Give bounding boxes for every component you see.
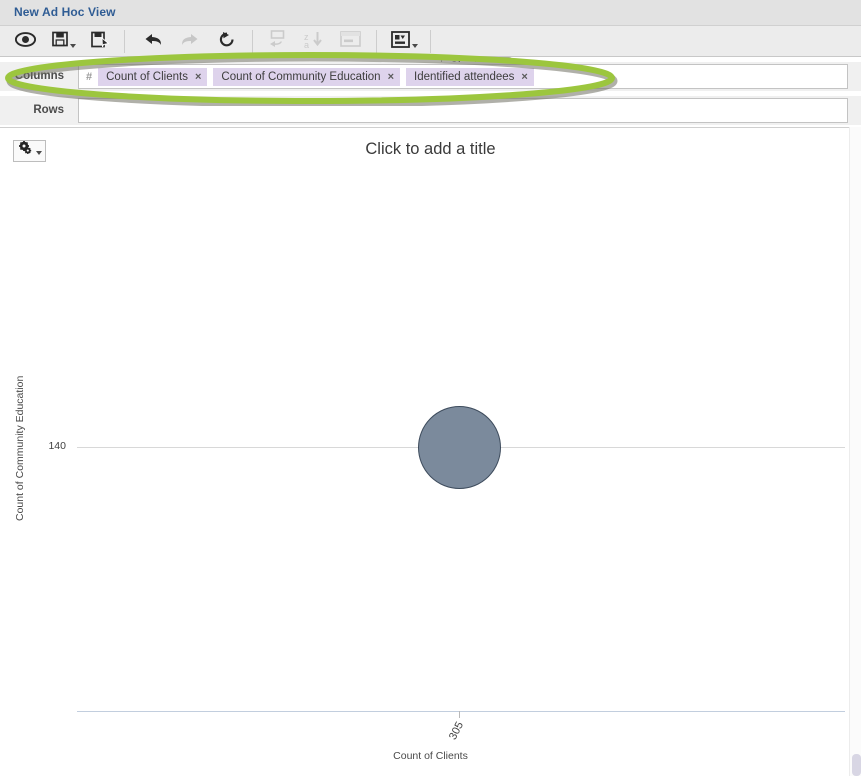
column-chip[interactable]: Count of Community Education ×	[213, 67, 400, 86]
chart-canvas: Click to add a title Count of Community …	[0, 127, 861, 776]
toolbar-divider	[376, 30, 377, 53]
refresh-button[interactable]	[213, 29, 240, 54]
x-axis-line	[77, 711, 845, 712]
rows-shelf: Rows	[0, 96, 861, 125]
column-chip-remove-icon[interactable]: ×	[388, 71, 394, 83]
column-chip-label: Identified attendees	[414, 70, 515, 83]
preview-button[interactable]	[12, 29, 39, 54]
save-dropdown-caret[interactable]	[70, 43, 76, 48]
column-chip-remove-icon[interactable]: ×	[521, 71, 527, 83]
plot-area: Count of Community Education 140 305 Cou…	[0, 128, 861, 776]
column-chip-label: Count of Clients	[106, 70, 188, 83]
rows-shelf-label: Rows	[33, 104, 64, 116]
svg-text:a: a	[304, 40, 309, 48]
column-chip[interactable]: Identified attendees ×	[406, 67, 534, 86]
sort-button: z a	[300, 29, 327, 54]
y-axis-title: Count of Community Education	[14, 375, 26, 521]
undo-icon	[144, 32, 164, 52]
toolbar-divider	[124, 30, 125, 53]
x-axis-title: Count of Clients	[393, 750, 468, 762]
save-as-button[interactable]	[86, 29, 113, 54]
preview-icon	[14, 31, 37, 52]
x-axis-tick-mark	[459, 711, 460, 718]
input-controls-button	[337, 29, 364, 54]
switch-view-icon	[391, 30, 410, 53]
columns-shelf-dropzone[interactable]: # Count of Clients × Count of Community …	[78, 64, 848, 89]
page-title: New Ad Hoc View	[14, 5, 116, 19]
vertical-scrollbar[interactable]	[849, 127, 861, 776]
window-titlebar: New Ad Hoc View	[0, 0, 861, 26]
y-axis-tick-label: 140	[48, 440, 66, 452]
redo-button	[175, 29, 202, 54]
switch-view-dropdown-caret[interactable]	[412, 43, 418, 48]
toolbar-divider	[430, 30, 431, 53]
sort-icon: z a	[304, 31, 324, 53]
columns-shelf: Columns # Count of Clients × Count of Co…	[0, 62, 861, 91]
undo-all-button	[264, 29, 291, 54]
refresh-icon	[218, 31, 236, 53]
undo-button[interactable]	[140, 29, 167, 54]
undo-all-icon	[268, 30, 287, 53]
switch-view-button[interactable]	[388, 29, 421, 54]
input-controls-icon	[340, 31, 361, 52]
save-button[interactable]	[48, 29, 80, 54]
rows-shelf-dropzone[interactable]	[78, 98, 848, 123]
main-toolbar: z a	[0, 26, 861, 76]
save-as-icon	[90, 31, 110, 53]
columns-shelf-label: Columns	[14, 70, 64, 82]
measure-hash-icon: #	[86, 70, 93, 83]
x-axis-tick-label: 305	[447, 720, 467, 742]
save-icon	[52, 31, 68, 52]
column-chip-remove-icon[interactable]: ×	[195, 71, 201, 83]
redo-icon	[179, 32, 199, 52]
scatter-bubble[interactable]	[418, 406, 501, 489]
scrollbar-thumb[interactable]	[852, 754, 861, 776]
toolbar-divider	[252, 30, 253, 53]
column-chip[interactable]: Count of Clients ×	[98, 67, 208, 86]
column-chip-label: Count of Community Education	[221, 70, 381, 83]
ad-hoc-view-window: New Ad Hoc View z a Columns # Count of C…	[0, 0, 861, 776]
